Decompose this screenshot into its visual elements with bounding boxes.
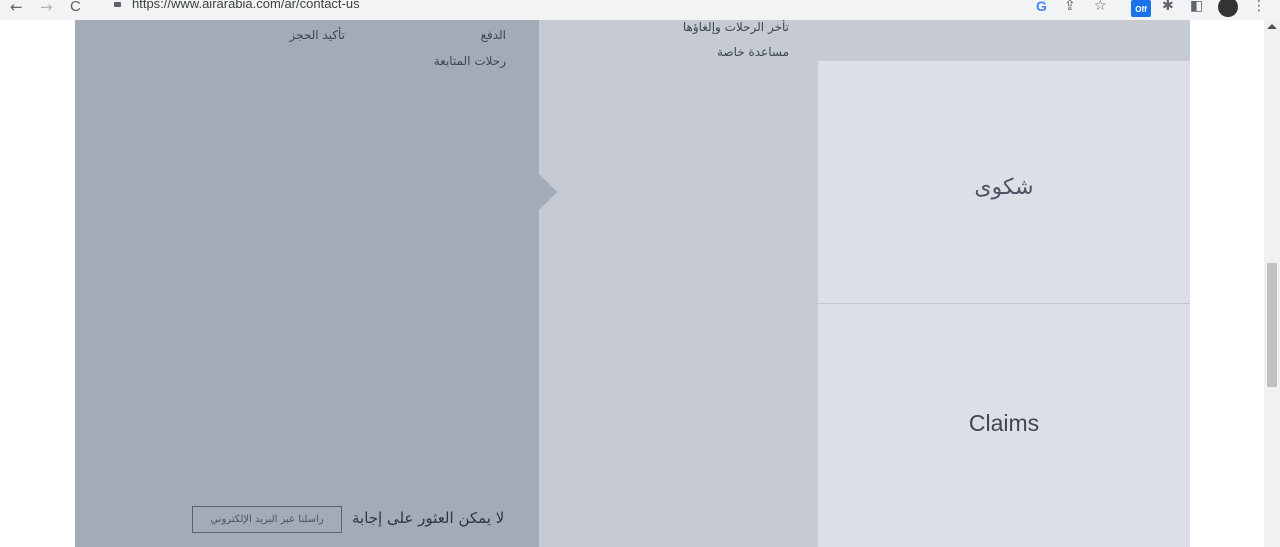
complaint-card[interactable]: شكوى [818,61,1190,303]
email-us-button[interactable]: راسلنا عبر البريد الإلكتروني [192,506,342,533]
browser-toolbar: ← → C https://www.airarabia.com/ar/conta… [0,0,1280,20]
page-scrollbar[interactable] [1264,20,1280,547]
side-panel-icon[interactable]: ◧ [1190,0,1203,15]
category-panel-middle: تأخر الرحلات وإلغاؤها مساعدة خاصة [539,20,818,547]
extensions-puzzle-icon[interactable]: ✱ [1162,0,1174,15]
claims-card[interactable]: Claims [818,304,1190,547]
claims-card-label: Claims [968,410,1040,436]
scrollbar-thumb[interactable] [1267,263,1277,387]
page-viewport: الدفع تأكيد الحجز رحلات المتابعة لا يمكن… [0,20,1264,547]
profile-avatar[interactable] [1218,0,1238,17]
reload-icon[interactable]: C [70,0,81,18]
link-flight-delays-cancellations[interactable]: تأخر الرحلات وإلغاؤها [683,20,789,34]
link-payment[interactable]: الدفع [481,28,506,42]
google-lens-icon[interactable]: G [1036,0,1047,15]
extension-off-icon[interactable]: Off [1131,0,1151,17]
forward-icon[interactable]: → [40,0,53,18]
link-booking-confirmation[interactable]: تأكيد الحجز [289,28,345,42]
scroll-up-icon[interactable] [1267,24,1277,29]
link-special-assistance[interactable]: مساعدة خاصة [717,45,789,59]
browser-menu-icon[interactable]: ⋮ [1252,0,1266,15]
lock-icon [114,2,121,7]
bookmark-star-icon[interactable]: ☆ [1094,0,1107,15]
back-icon[interactable]: ← [10,0,23,18]
complaint-card-label: شكوى [974,175,1034,200]
url-text: https://www.airarabia.com/ar/contact-us [132,0,360,11]
link-connecting-flights[interactable]: رحلات المتابعة [434,54,506,68]
active-panel-pointer [539,174,557,210]
category-panel-right-header [818,20,1190,61]
not-found-text: لا يمكن العثور على إجابة [352,509,505,527]
category-panel-left: الدفع تأكيد الحجز رحلات المتابعة لا يمكن… [75,20,539,547]
share-icon[interactable]: ⇪ [1064,0,1076,15]
